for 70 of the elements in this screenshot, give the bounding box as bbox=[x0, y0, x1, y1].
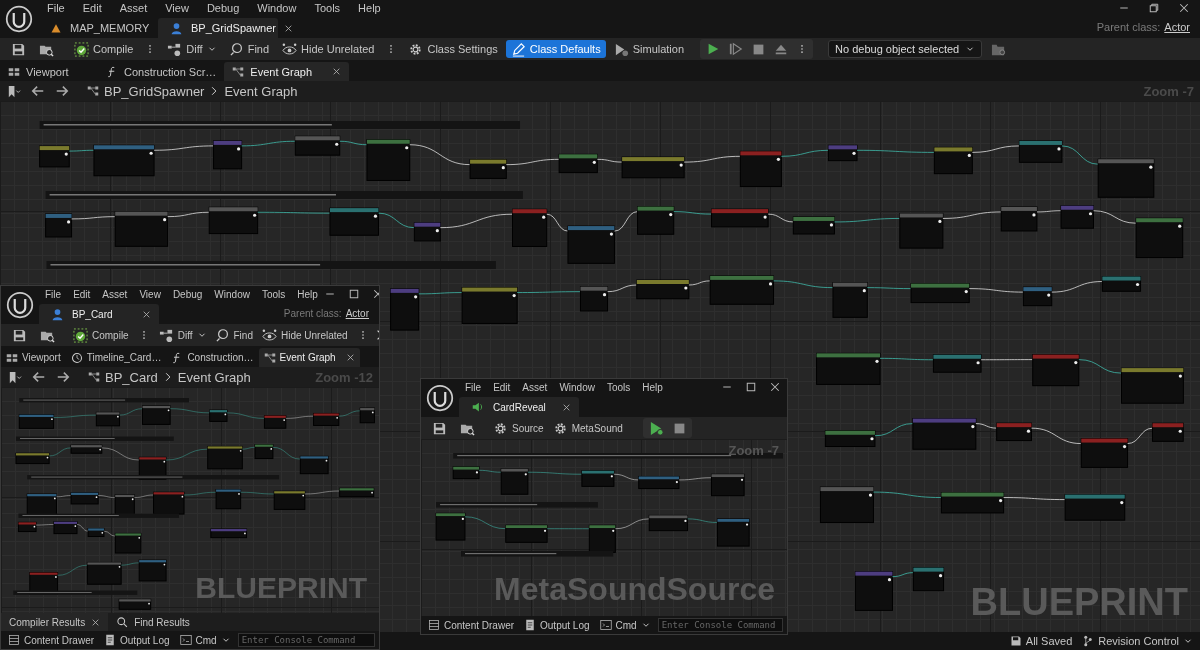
console-input-field[interactable]: Enter Console Command bbox=[237, 633, 375, 647]
status-bar-button[interactable]: Revision Control bbox=[1079, 633, 1196, 649]
menu-item[interactable]: Debug bbox=[197, 2, 249, 14]
toolbar-button[interactable]: Compile bbox=[70, 326, 132, 344]
status-bar-button[interactable]: Content Drawer bbox=[425, 617, 518, 633]
status-bar-button[interactable]: Content Drawer bbox=[5, 632, 98, 648]
panel-tab[interactable]: Viewport bbox=[0, 62, 98, 81]
dropdown-button[interactable]: Diff bbox=[162, 40, 222, 58]
menu-item[interactable]: Help bbox=[349, 2, 390, 14]
panel-tab[interactable]: Event Graph bbox=[258, 348, 360, 367]
menu-item[interactable]: Tools bbox=[255, 288, 292, 300]
toolbar-button[interactable]: Hide Unrelated bbox=[277, 40, 380, 58]
menu-item[interactable]: Edit bbox=[73, 2, 111, 14]
menu-item[interactable]: Window bbox=[248, 2, 306, 14]
toolbar-button[interactable]: Hide Unrelated bbox=[258, 326, 351, 344]
parent-class-link[interactable]: Actor bbox=[1164, 21, 1190, 33]
command-dropdown[interactable]: Cmd bbox=[596, 617, 654, 633]
status-bar-button[interactable]: Output Log bbox=[521, 617, 593, 633]
parent-class-label: Parent class: bbox=[283, 307, 342, 319]
panel-tab[interactable]: Timeline_Card… bbox=[65, 348, 167, 367]
toolbar-button[interactable]: Class Defaults bbox=[505, 40, 606, 58]
status-bar-button[interactable]: All Saved bbox=[1006, 633, 1076, 649]
toolbar-button[interactable]: Find bbox=[212, 326, 256, 344]
status-bar-button[interactable]: Output Log bbox=[101, 632, 173, 648]
toolbar-button[interactable]: Find bbox=[224, 40, 275, 58]
menu-item[interactable]: Asset bbox=[516, 381, 554, 393]
panel-tab[interactable]: Viewport bbox=[1, 348, 66, 367]
menu-item[interactable]: View bbox=[156, 2, 198, 14]
panel-tab[interactable]: Compiler Results bbox=[1, 613, 109, 631]
menu-item[interactable]: File bbox=[39, 288, 68, 300]
panel-tab[interactable]: Construction Scr… bbox=[98, 62, 225, 81]
breadcrumb-item[interactable]: BP_Card bbox=[105, 369, 158, 385]
toolbar-button[interactable]: Simulation bbox=[608, 40, 690, 58]
parent-class-label: Parent class: bbox=[1096, 21, 1161, 33]
panel-tab[interactable]: Event Graph bbox=[224, 62, 350, 81]
menu-item[interactable]: Tools bbox=[305, 2, 350, 14]
menu-item[interactable]: View bbox=[133, 288, 167, 300]
menu-item[interactable]: Help bbox=[636, 381, 669, 393]
parent-class-link[interactable]: Actor bbox=[345, 307, 369, 319]
menu-item[interactable]: File bbox=[459, 381, 488, 393]
document-tab[interactable]: BP_Card bbox=[39, 304, 159, 324]
menu-item[interactable]: Asset bbox=[110, 2, 157, 14]
toolbar-button[interactable]: Class Settings bbox=[403, 40, 503, 58]
menu-item[interactable]: File bbox=[38, 2, 74, 14]
menu-item[interactable]: Debug bbox=[166, 288, 209, 300]
zoom-level-label: Zoom -7 bbox=[728, 443, 779, 458]
menu-item[interactable]: Edit bbox=[487, 381, 517, 393]
breadcrumb-item[interactable]: BP_GridSpawner bbox=[104, 83, 205, 99]
graph-type-watermark: MetaSoundSource bbox=[494, 571, 775, 608]
console-input-field[interactable]: Enter Console Command bbox=[657, 618, 783, 632]
toolbar-button[interactable]: Compile bbox=[69, 40, 139, 58]
debug-object-dropdown[interactable]: No debug object selected bbox=[828, 40, 983, 58]
graph-type-watermark: BLUEPRINT bbox=[195, 571, 367, 605]
breadcrumb-item[interactable]: Event Graph bbox=[177, 369, 251, 385]
menu-item[interactable]: Window bbox=[553, 381, 601, 393]
toolbar-button[interactable]: Source bbox=[490, 419, 547, 437]
dropdown-button[interactable]: Diff bbox=[155, 326, 210, 344]
graph-type-watermark: BLUEPRINT bbox=[970, 581, 1188, 624]
menu-item[interactable]: Window bbox=[208, 288, 256, 300]
menu-item[interactable]: Tools bbox=[600, 381, 637, 393]
document-tab[interactable]: CardReveal bbox=[459, 397, 579, 417]
panel-tab[interactable]: Find Results bbox=[108, 613, 198, 631]
menu-item[interactable]: Asset bbox=[96, 288, 134, 300]
document-tab[interactable]: MAP_MEMORY bbox=[38, 18, 158, 38]
menu-item[interactable]: Help bbox=[291, 288, 324, 300]
command-dropdown[interactable]: Cmd bbox=[176, 632, 234, 648]
panel-tab[interactable]: Construction… bbox=[166, 348, 259, 367]
toolbar-button[interactable]: MetaSound bbox=[549, 419, 626, 437]
breadcrumb-item[interactable]: Event Graph bbox=[224, 83, 298, 99]
menu-item[interactable]: Edit bbox=[67, 288, 97, 300]
